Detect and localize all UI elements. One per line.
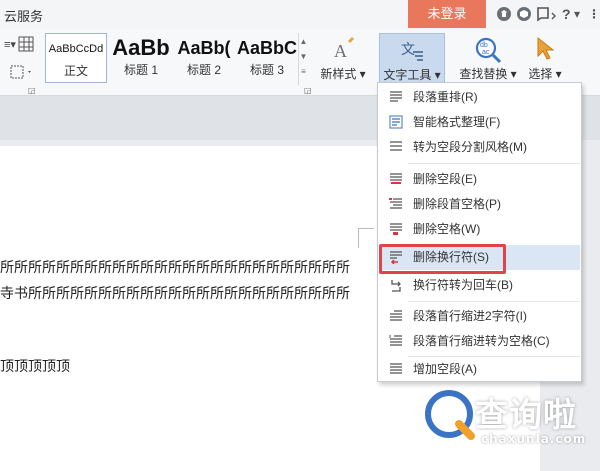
menu-item-line-break-to-return[interactable]: 换行符转为回车(B) (379, 273, 580, 298)
delete-leading-space-icon (389, 198, 402, 209)
menu-item-smart-format[interactable]: 智能格式整理(F) (379, 110, 580, 135)
new-style-label: 新样式 (320, 67, 357, 81)
chevron-down-icon[interactable]: ▾ (574, 6, 580, 22)
style-normal[interactable]: AaBbCcDd 正文 (45, 33, 107, 83)
shirt-icon[interactable] (496, 6, 512, 22)
text-tool-menu: 段落重排(R) 智能格式整理(F) 转为空段分割风格(M) 删除空段(E) 删除… (377, 82, 582, 382)
document-line-1[interactable]: 所所所所所所所所所所所所所所所所所所所所所所所所所 (0, 257, 358, 277)
menu-item-label: 智能格式整理(F) (413, 115, 501, 129)
menu-item-delete-empty-paragraphs[interactable]: 删除空段(E) (379, 167, 580, 192)
style-gallery-scroll[interactable]: ▲ ▼ ≡ (298, 33, 308, 85)
more-icon[interactable]: ⋮ (588, 6, 600, 22)
paragraph-split-icon (390, 141, 402, 151)
cube-icon[interactable] (516, 6, 532, 22)
chevron-down-icon: ▾ (507, 67, 517, 81)
margin-corner-mark (358, 228, 374, 248)
watermark-name: 查询啦 (475, 395, 577, 434)
chevron-up-icon[interactable]: ▲ (299, 37, 308, 46)
menu-item-label: 删除空段(E) (413, 172, 477, 186)
watermark-domain: chaxunla.com (481, 432, 587, 446)
menu-item-label: 删除空格(W) (413, 222, 481, 236)
menu-item-empty-paragraph-style[interactable]: 转为空段分割风格(M) (379, 135, 580, 160)
new-style-button[interactable]: A 新样式 ▾ (314, 33, 372, 85)
cursor-icon (523, 33, 567, 65)
group-expand-icon[interactable]: ◲ (28, 86, 36, 95)
menu-item-reflow-paragraph[interactable]: 段落重排(R) (379, 85, 580, 110)
delete-empty-paragraph-icon (390, 173, 402, 184)
style-sample: AaBb (112, 35, 170, 60)
chevron-down-icon: ▾ (356, 67, 366, 81)
select-button[interactable]: 选择 ▾ (523, 33, 567, 85)
paragraph-reflow-icon (390, 91, 402, 102)
text-tool-icon: 文 (380, 34, 444, 66)
chevron-down-icon[interactable]: ▼ (299, 52, 308, 61)
menu-item-label: 换行符转为回车(B) (413, 278, 513, 292)
group-expand-icon[interactable]: ◲ (304, 86, 312, 95)
style-heading-1[interactable]: AaBb 标题 1 (110, 33, 172, 83)
menu-item-delete-spaces[interactable]: 删除空格(W) (379, 217, 580, 242)
select-label: 选择 (528, 67, 553, 81)
annotation-highlight-box (379, 244, 506, 274)
watermark: 查询啦 chaxunla.com (423, 382, 600, 471)
style-sample: AaBb( (177, 38, 231, 58)
cloud-service-label[interactable]: 云服务 (4, 6, 43, 25)
find-replace-icon: db ac (455, 33, 521, 65)
text-tool-button[interactable]: 文 文字工具 ▾ (379, 33, 445, 85)
new-style-icon: A (314, 33, 372, 65)
menu-item-label: 转为空段分割风格(M) (413, 140, 527, 154)
feedback-icon[interactable] (536, 6, 558, 22)
chevron-down-icon: ▾ (552, 67, 562, 81)
style-sample: AaBbCcDd (48, 43, 104, 55)
style-name: 标题 1 (123, 63, 158, 77)
menu-item-label: 删除段首空格(P) (413, 197, 501, 211)
menu-item-indent-to-spaces[interactable]: 段落首行缩进转为空格(C) (379, 329, 580, 354)
indent-to-space-icon (389, 335, 402, 346)
document-line-3[interactable]: 顶顶顶顶顶 (0, 356, 200, 376)
menu-item-indent-first-line[interactable]: 段落首行缩进2字符(I) (379, 304, 580, 329)
style-sample: AaBbC (236, 38, 297, 58)
menu-separator (408, 301, 580, 302)
menu-item-label: 增加空段(A) (413, 362, 477, 376)
delete-space-icon (390, 223, 402, 235)
add-empty-paragraph-icon (390, 363, 402, 374)
style-heading-2[interactable]: AaBb( 标题 2 (173, 33, 235, 83)
menu-item-label: 段落首行缩进2字符(I) (413, 309, 528, 323)
menu-item-delete-leading-spaces[interactable]: 删除段首空格(P) (379, 192, 580, 217)
menu-item-label: 段落首行缩进转为空格(C) (413, 334, 550, 348)
help-icon[interactable]: ? (562, 6, 571, 22)
style-name: 正文 (63, 64, 88, 78)
line-break-convert-icon (391, 280, 401, 292)
style-name: 标题 2 (186, 63, 221, 77)
chevron-down-icon: ▾ (431, 68, 441, 82)
expand-gallery-icon[interactable]: ≡ (299, 67, 308, 76)
document-line-2[interactable]: 寺书所所所所所所所所所所所所所所所所所所所所所所所 (0, 283, 358, 303)
find-replace-label: 查找替换 (459, 67, 508, 81)
menu-separator (408, 163, 580, 164)
text-tool-label: 文字工具 (383, 68, 432, 82)
svg-text:文: 文 (401, 42, 415, 58)
svg-text:db: db (480, 42, 488, 49)
menu-item-add-empty-paragraph[interactable]: 增加空段(A) (379, 357, 580, 382)
style-heading-3[interactable]: AaBbC 标题 3 (236, 33, 298, 83)
style-name: 标题 3 (249, 63, 284, 77)
find-replace-button[interactable]: db ac 查找替换 ▾ (455, 33, 521, 85)
title-bar: 云服务 未登录 ? ▾ ⋮ (0, 0, 600, 30)
smart-format-icon (389, 115, 403, 129)
first-line-indent-icon (390, 310, 402, 321)
login-button[interactable]: 未登录 (408, 0, 486, 28)
border-icon[interactable] (10, 64, 31, 80)
svg-text:A: A (334, 41, 347, 61)
menu-item-label: 段落重排(R) (413, 90, 478, 104)
svg-text:ac: ac (482, 49, 490, 56)
watermark-logo-icon (423, 388, 475, 440)
table-icon[interactable] (18, 36, 34, 52)
